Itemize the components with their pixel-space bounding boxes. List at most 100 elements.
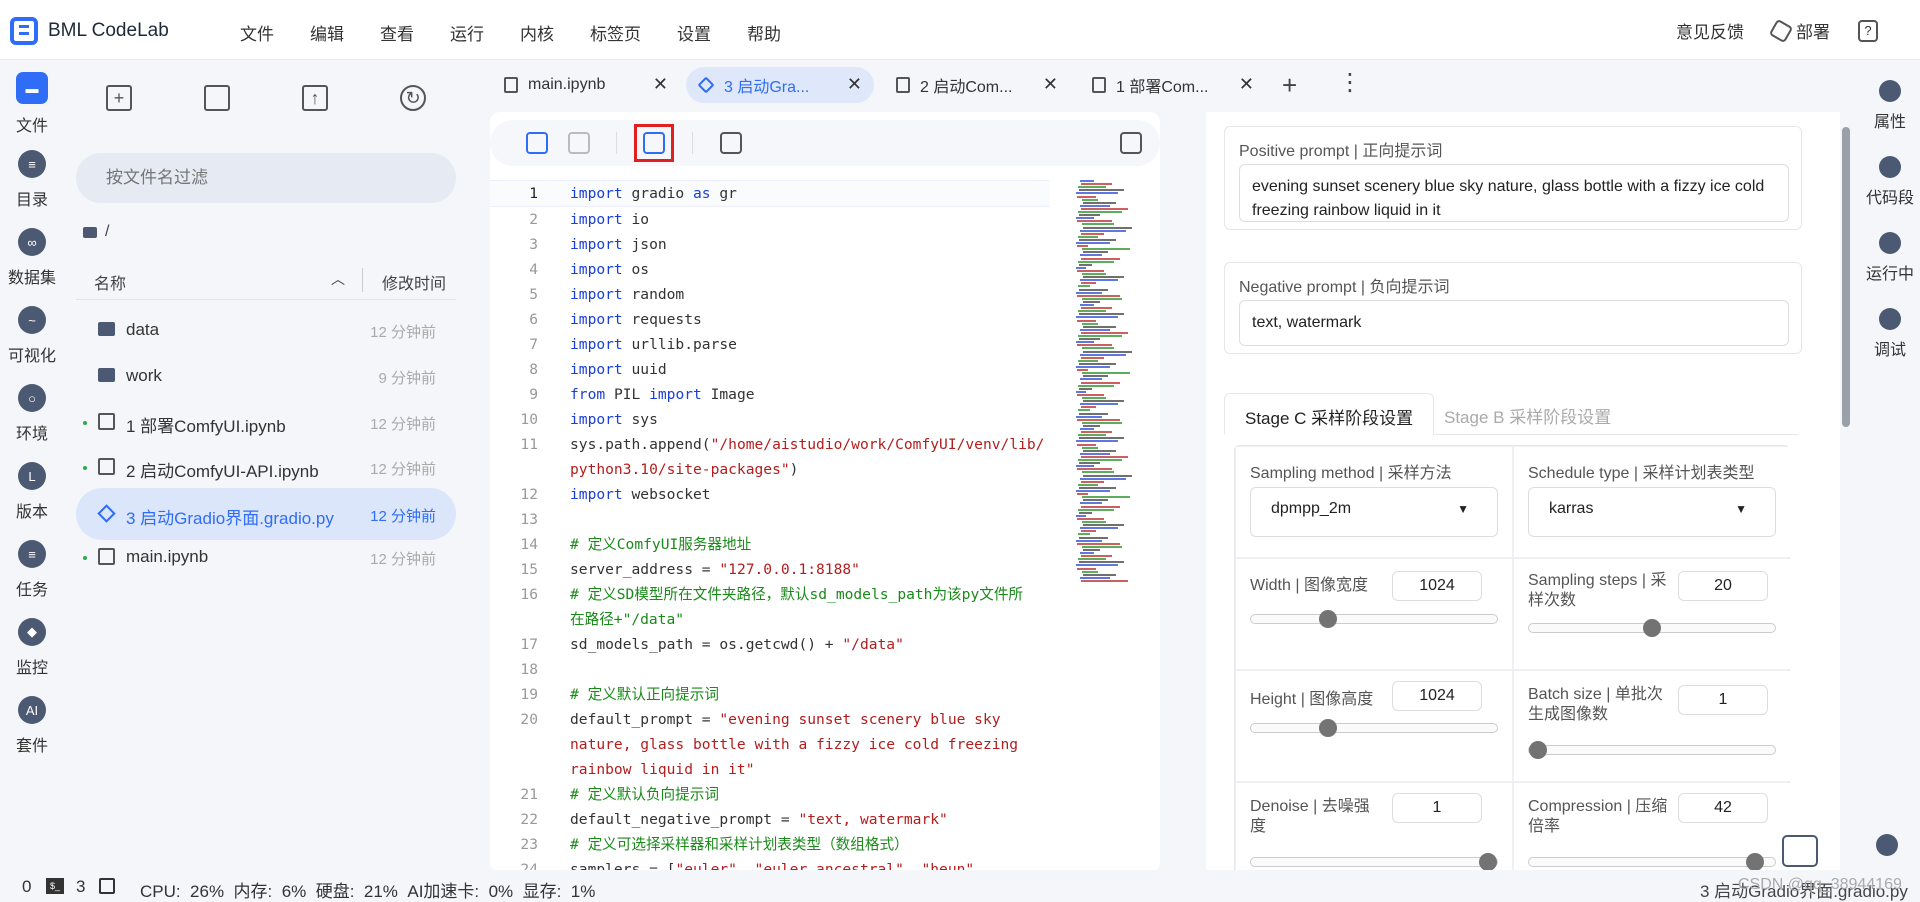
new-cell-icon[interactable] bbox=[643, 132, 665, 154]
close-icon[interactable]: ✕ bbox=[653, 74, 668, 95]
code-line[interactable]: 2 import io bbox=[490, 207, 1050, 232]
sort-up-icon[interactable]: ︿ bbox=[331, 269, 345, 289]
minimap[interactable] bbox=[1076, 180, 1136, 680]
add-tab-icon[interactable]: + bbox=[1282, 70, 1297, 101]
menu-settings[interactable]: 设置 bbox=[677, 20, 711, 45]
nav-tasks[interactable]: ≡ 任务 bbox=[0, 540, 64, 600]
menu-tabs[interactable]: 标签页 bbox=[590, 20, 641, 45]
tab-comfy-api[interactable]: 2 启动Com... ✕ bbox=[882, 67, 1070, 103]
positive-prompt-input[interactable]: evening sunset scenery blue sky nature, … bbox=[1239, 164, 1789, 222]
nav-running[interactable]: 运行中 bbox=[1860, 232, 1920, 284]
compression-slider[interactable] bbox=[1528, 853, 1776, 871]
nav-suites[interactable]: AI 套件 bbox=[0, 696, 64, 756]
file-row[interactable]: main.ipynb 12 分钟前 bbox=[76, 531, 456, 583]
col-modified[interactable]: 修改时间 bbox=[382, 270, 446, 294]
screen-share-icon[interactable] bbox=[1782, 835, 1818, 867]
menu-edit[interactable]: 编辑 bbox=[310, 20, 344, 45]
split-icon[interactable] bbox=[1120, 132, 1142, 154]
code-line[interactable]: 6 import requests bbox=[490, 307, 1050, 332]
close-icon[interactable]: ✕ bbox=[847, 74, 862, 95]
code-line[interactable]: 16 # 定义SD模型所在文件夹路径，默认sd_models_path为该py文件… bbox=[490, 582, 1050, 632]
new-file-icon[interactable]: + bbox=[106, 85, 132, 111]
height-slider-handle[interactable] bbox=[1319, 719, 1338, 737]
height-input[interactable]: 1024 bbox=[1392, 681, 1482, 711]
code-line[interactable]: 13 bbox=[490, 507, 1050, 532]
col-name[interactable]: 名称 bbox=[94, 270, 126, 294]
file-filter-input[interactable] bbox=[76, 153, 456, 203]
more-icon[interactable]: ⋮ bbox=[1338, 68, 1362, 97]
feedback-link[interactable]: 意见反馈 bbox=[1676, 18, 1744, 43]
code-line[interactable]: 4 import os bbox=[490, 257, 1050, 282]
nav-files[interactable]: ▬ 文件 bbox=[0, 72, 64, 136]
scrollbar-thumb[interactable] bbox=[1842, 127, 1850, 427]
code-line[interactable]: 5 import random bbox=[490, 282, 1050, 307]
zoom-icon[interactable] bbox=[1876, 834, 1898, 856]
compression-input[interactable]: 42 bbox=[1678, 793, 1768, 823]
code-line[interactable]: 17 sd_models_path = os.getcwd() + "/data" bbox=[490, 632, 1050, 657]
code-line[interactable]: 18 bbox=[490, 657, 1050, 682]
denoise-input[interactable]: 1 bbox=[1392, 793, 1482, 823]
chip-icon[interactable] bbox=[99, 878, 115, 894]
code-line[interactable]: 22 default_negative_prompt = "text, water… bbox=[490, 807, 1050, 832]
file-row[interactable]: 2 启动ComfyUI-API.ipynb 12 分钟前 bbox=[76, 441, 456, 493]
steps-slider-handle[interactable] bbox=[1643, 619, 1661, 637]
code-line[interactable]: 19 # 定义默认正向提示词 bbox=[490, 682, 1050, 707]
code-line[interactable]: 1 import gradio as gr bbox=[490, 180, 1050, 207]
batch-slider[interactable] bbox=[1528, 741, 1776, 759]
negative-prompt-input[interactable]: text, watermark bbox=[1239, 300, 1789, 346]
denoise-slider[interactable] bbox=[1250, 853, 1498, 871]
code-line[interactable]: 11 sys.path.append("/home/aistudio/work/C… bbox=[490, 432, 1050, 482]
menu-run[interactable]: 运行 bbox=[450, 20, 484, 45]
nav-toc[interactable]: ≡ 目录 bbox=[0, 150, 64, 210]
notes-icon[interactable] bbox=[720, 132, 742, 154]
file-row[interactable]: work 9 分钟前 bbox=[76, 350, 456, 402]
schedule-type-select[interactable]: karras ▼ bbox=[1528, 487, 1776, 537]
menu-file[interactable]: 文件 bbox=[240, 20, 274, 45]
steps-slider[interactable] bbox=[1528, 619, 1776, 637]
nav-properties[interactable]: 属性 bbox=[1860, 80, 1920, 132]
file-row[interactable]: data 12 分钟前 bbox=[76, 304, 456, 356]
nav-environment[interactable]: ○ 环境 bbox=[0, 384, 64, 444]
code-line[interactable]: 10 import sys bbox=[490, 407, 1050, 432]
breadcrumb[interactable]: / bbox=[83, 223, 109, 241]
new-folder-icon[interactable] bbox=[204, 85, 230, 111]
nav-snippets[interactable]: 代码段 bbox=[1860, 156, 1920, 208]
denoise-slider-handle[interactable] bbox=[1479, 853, 1497, 871]
height-slider[interactable] bbox=[1250, 719, 1498, 737]
menu-help[interactable]: 帮助 bbox=[747, 20, 781, 45]
app-logo[interactable]: BML CodeLab bbox=[10, 17, 169, 45]
code-line[interactable]: 20 default_prompt = "evening sunset scene… bbox=[490, 707, 1050, 782]
code-line[interactable]: 23 # 定义可选择采样器和采样计划表类型（数组格式） bbox=[490, 832, 1050, 857]
tab-stage-c[interactable]: Stage C 采样阶段设置 bbox=[1224, 393, 1435, 435]
nav-debug[interactable]: 调试 bbox=[1860, 308, 1920, 360]
deploy-button[interactable]: 部署 bbox=[1768, 18, 1830, 43]
nav-version[interactable]: L 版本 bbox=[0, 462, 64, 522]
upload-icon[interactable]: ↑ bbox=[302, 85, 328, 111]
run-icon[interactable] bbox=[526, 132, 548, 154]
nav-datasets[interactable]: ∞ 数据集 bbox=[0, 228, 64, 288]
terminal-icon[interactable]: $_ bbox=[46, 878, 64, 894]
batch-slider-handle[interactable] bbox=[1529, 741, 1547, 759]
tab-main[interactable]: main.ipynb ✕ bbox=[490, 67, 680, 103]
preview-scrollbar[interactable] bbox=[1840, 112, 1852, 872]
width-slider-handle[interactable] bbox=[1319, 610, 1338, 628]
save-icon[interactable] bbox=[568, 132, 590, 154]
tab-stage-b[interactable]: Stage B 采样阶段设置 bbox=[1424, 393, 1631, 435]
batch-input[interactable]: 1 bbox=[1678, 685, 1768, 715]
code-line[interactable]: 7 import urllib.parse bbox=[490, 332, 1050, 357]
close-icon[interactable]: ✕ bbox=[1043, 74, 1058, 95]
code-line[interactable]: 15 server_address = "127.0.0.1:8188" bbox=[490, 557, 1050, 582]
terminal-count[interactable]: 3 bbox=[76, 877, 85, 897]
sampling-method-select[interactable]: dpmpp_2m ▼ bbox=[1250, 487, 1498, 537]
width-slider[interactable] bbox=[1250, 610, 1498, 628]
code-line[interactable]: 9 from PIL import Image bbox=[490, 382, 1050, 407]
tab-gradio[interactable]: 3 启动Gra... ✕ bbox=[686, 67, 874, 103]
tab-comfy-deploy[interactable]: 1 部署Com... ✕ bbox=[1078, 67, 1266, 103]
code-line[interactable]: 12 import websocket bbox=[490, 482, 1050, 507]
close-icon[interactable]: ✕ bbox=[1239, 74, 1254, 95]
menu-view[interactable]: 查看 bbox=[380, 20, 414, 45]
code-line[interactable]: 8 import uuid bbox=[490, 357, 1050, 382]
code-line[interactable]: 21 # 定义默认负向提示词 bbox=[490, 782, 1050, 807]
code-line[interactable]: 3 import json bbox=[490, 232, 1050, 257]
refresh-icon[interactable]: ↻ bbox=[400, 85, 426, 111]
